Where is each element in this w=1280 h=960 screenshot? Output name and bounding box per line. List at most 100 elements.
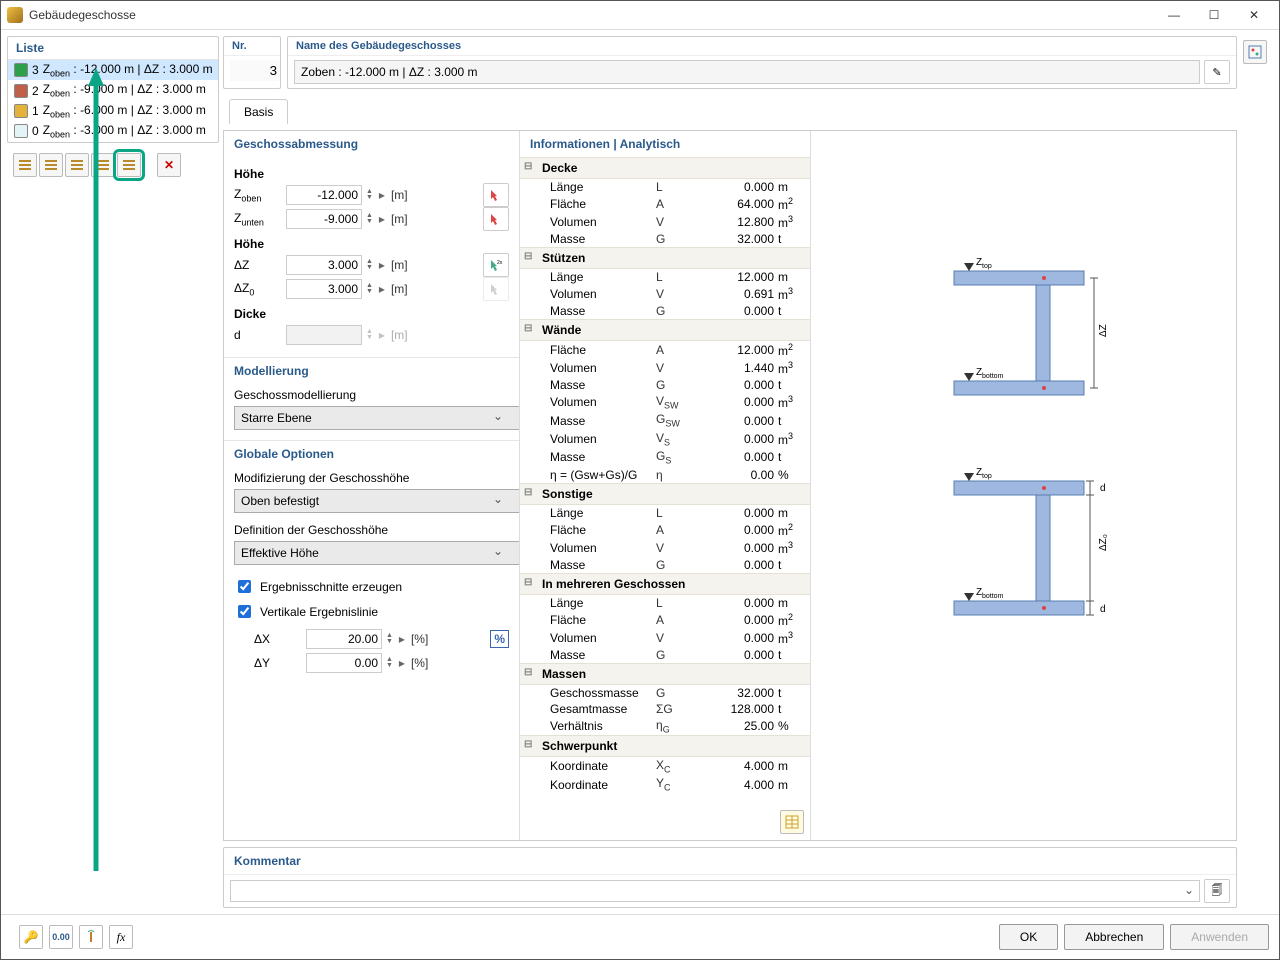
- view-button[interactable]: [79, 925, 103, 949]
- dz0-label: ΔZ0: [234, 281, 282, 297]
- list-btn-3[interactable]: [65, 153, 89, 177]
- dy-label: ΔY: [254, 656, 302, 670]
- list-item[interactable]: 2Zoben : -9.000 m | ΔZ : 3.000 m: [8, 80, 218, 100]
- info-row: MasseGS0.000t: [520, 448, 810, 466]
- fx-button[interactable]: fx: [109, 925, 133, 949]
- info-row: VerhältnisηG25.00%: [520, 717, 810, 735]
- info-title: Informationen | Analytisch: [520, 131, 810, 157]
- info-row: MasseG0.000t: [520, 647, 810, 663]
- list-btn-5-highlighted[interactable]: [117, 153, 141, 177]
- svg-text:bottom: bottom: [982, 593, 1004, 600]
- storey-list[interactable]: 3Zoben : -12.000 m | ΔZ : 3.000 m2Zoben …: [8, 60, 218, 142]
- info-section[interactable]: Decke: [520, 157, 810, 179]
- zoben-label: Zoben: [234, 187, 282, 203]
- info-row: MasseG0.000t: [520, 303, 810, 319]
- apply-button: Anwenden: [1170, 924, 1269, 950]
- info-row: KoordinateYC4.000m: [520, 775, 810, 793]
- info-row: VolumenVSW0.000m3: [520, 393, 810, 411]
- info-row: LängeL12.000m: [520, 269, 810, 285]
- help-button[interactable]: 🔑: [19, 925, 43, 949]
- info-row: η = (Gsw+Gs)/Gη0.00%: [520, 467, 810, 483]
- info-table-button[interactable]: [780, 810, 804, 834]
- info-section[interactable]: Wände: [520, 319, 810, 341]
- window-title: Gebäudegeschosse: [25, 8, 1155, 22]
- info-row: GeschossmasseG32.000t: [520, 685, 810, 701]
- info-row: MasseG32.000t: [520, 231, 810, 247]
- list-btn-4[interactable]: [91, 153, 115, 177]
- info-section[interactable]: Massen: [520, 663, 810, 685]
- comment-copy-icon[interactable]: 🗐: [1204, 879, 1230, 903]
- info-row: VolumenV0.000m3: [520, 629, 810, 647]
- svg-text:bottom: bottom: [982, 373, 1004, 380]
- info-section[interactable]: In mehreren Geschossen: [520, 573, 810, 595]
- info-row: VolumenV1.440m3: [520, 359, 810, 377]
- minimize-button[interactable]: —: [1155, 4, 1193, 26]
- info-row: GesamtmasseΣG128.000t: [520, 701, 810, 717]
- list-btn-1[interactable]: [13, 153, 37, 177]
- pick-icon[interactable]: [483, 183, 509, 207]
- nr-input[interactable]: [230, 60, 280, 81]
- info-section[interactable]: Schwerpunkt: [520, 735, 810, 757]
- info-row: VolumenV0.691m3: [520, 285, 810, 303]
- dy-input[interactable]: [306, 653, 382, 673]
- pick-icon-3[interactable]: 2x: [483, 253, 509, 277]
- dz0-input[interactable]: [286, 279, 362, 299]
- name-input[interactable]: [294, 60, 1200, 84]
- hohe-label: Höhe: [234, 167, 509, 181]
- info-row: VolumenVS0.000m3: [520, 430, 810, 448]
- ok-button[interactable]: OK: [999, 924, 1058, 950]
- edit-name-icon[interactable]: ✎: [1204, 60, 1230, 84]
- info-row: MasseG0.000t: [520, 377, 810, 393]
- list-title: Liste: [8, 37, 218, 60]
- svg-text:d: d: [1100, 483, 1106, 494]
- zoben-input[interactable]: [286, 185, 362, 205]
- info-row: FlächeA64.000m2: [520, 195, 810, 213]
- svg-text:top: top: [982, 263, 992, 270]
- model-select[interactable]: Starre Ebene: [234, 406, 520, 430]
- close-button[interactable]: ✕: [1235, 4, 1273, 26]
- pick-icon-2[interactable]: [483, 207, 509, 231]
- cancel-button[interactable]: Abbrechen: [1064, 924, 1164, 950]
- maximize-button[interactable]: ☐: [1195, 4, 1233, 26]
- list-btn-2[interactable]: [39, 153, 63, 177]
- dz-input[interactable]: [286, 255, 362, 275]
- pct-button[interactable]: %: [490, 630, 509, 648]
- dialog-window: Gebäudegeschosse — ☐ ✕ Liste 3Zoben : -1…: [0, 0, 1280, 960]
- info-section[interactable]: Stützen: [520, 247, 810, 269]
- view-options-button[interactable]: [1243, 40, 1267, 64]
- list-item[interactable]: 1Zoben : -6.000 m | ΔZ : 3.000 m: [8, 101, 218, 121]
- list-item[interactable]: 0Zoben : -3.000 m | ΔZ : 3.000 m: [8, 121, 218, 141]
- svg-text:2x: 2x: [497, 260, 503, 266]
- def-select[interactable]: Effektive Höhe: [234, 541, 520, 565]
- mod-select[interactable]: Oben befestigt: [234, 489, 520, 513]
- info-row: MasseG0.000t: [520, 557, 810, 573]
- dx-input[interactable]: [306, 629, 382, 649]
- d-input: [286, 325, 362, 345]
- arrow-icon[interactable]: ▸: [377, 188, 387, 202]
- comment-box: Kommentar 🗐: [223, 847, 1237, 908]
- info-row: MasseGSW0.000t: [520, 411, 810, 429]
- zunten-input[interactable]: [286, 209, 362, 229]
- d-label: d: [234, 328, 282, 342]
- info-section[interactable]: Sonstige: [520, 483, 810, 505]
- dicke-label: Dicke: [234, 307, 509, 321]
- model-sub: Geschossmodellierung: [234, 388, 509, 402]
- spin-icon[interactable]: ▲▼: [366, 189, 373, 201]
- list-item[interactable]: 3Zoben : -12.000 m | ΔZ : 3.000 m: [8, 60, 218, 80]
- tab-body: Geschossabmessung Höhe Zoben ▲▼ ▸ [m]: [223, 130, 1237, 841]
- delete-button[interactable]: ✕: [157, 153, 181, 177]
- name-label: Name des Gebäudegeschosses: [288, 37, 1236, 56]
- titlebar: Gebäudegeschosse — ☐ ✕: [1, 1, 1279, 30]
- nr-box: Nr.: [223, 36, 281, 89]
- comment-title: Kommentar: [224, 848, 1236, 875]
- comment-select[interactable]: [230, 880, 1200, 902]
- svg-text:ΔZ₀: ΔZ₀: [1098, 534, 1109, 551]
- info-row: LängeL0.000m: [520, 179, 810, 195]
- units-button[interactable]: 0.00: [49, 925, 73, 949]
- tab-basis[interactable]: Basis: [229, 99, 288, 124]
- chk-result-sections[interactable]: Ergebnisschnitte erzeugen: [234, 577, 509, 596]
- name-box: Name des Gebäudegeschosses ✎: [287, 36, 1237, 89]
- chk-vertical-line[interactable]: Vertikale Ergebnislinie: [234, 602, 509, 621]
- info-list: DeckeLängeL0.000mFlächeA64.000m2VolumenV…: [520, 157, 810, 804]
- info-row: VolumenV12.800m3: [520, 213, 810, 231]
